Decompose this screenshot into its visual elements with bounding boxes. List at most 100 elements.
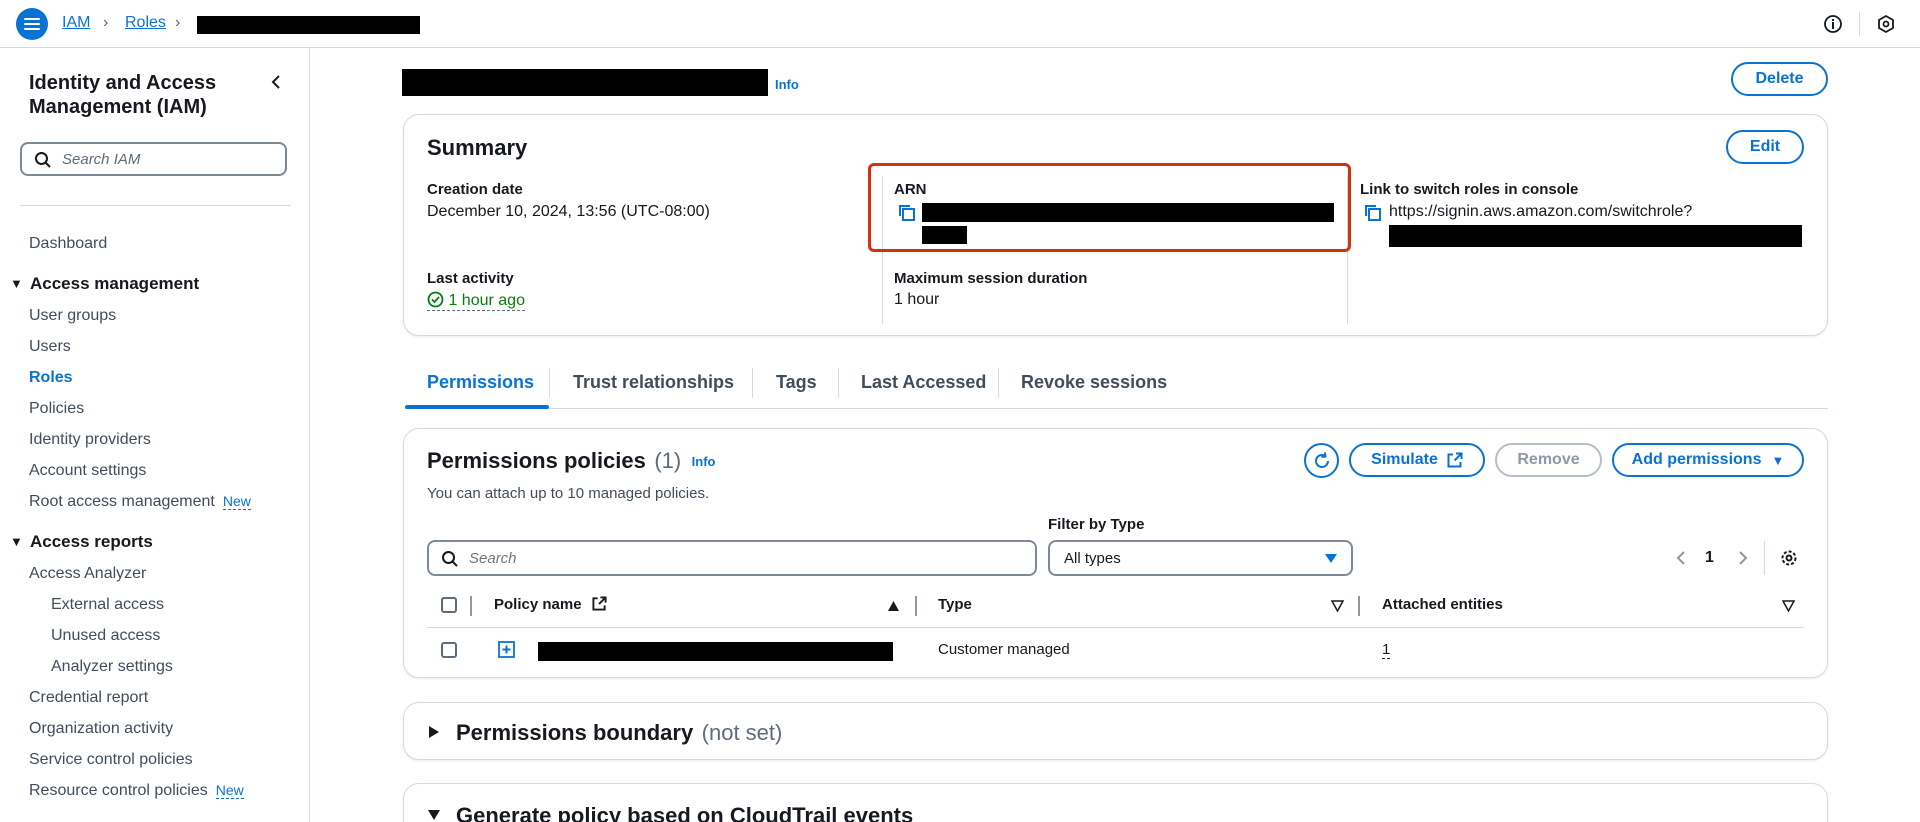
policy-type-value: Customer managed [938,641,1070,658]
sidebar-item-analyzer-settings[interactable]: Analyzer settings [51,658,173,676]
caret-down-icon[interactable] [427,809,441,821]
switch-roles-link-redacted [1389,225,1802,247]
permissions-policies-title: Permissions policies [427,448,646,473]
sidebar-item-unused-access[interactable]: Unused access [51,627,160,645]
sidebar-item-access-analyzer[interactable]: Access Analyzer [29,565,146,583]
summary-title: Summary [427,135,528,160]
sidebar-item-account-settings[interactable]: Account settings [29,462,146,480]
caret-down-icon [1325,554,1337,563]
policy-name-redacted[interactable] [538,642,893,661]
breadcrumb-iam[interactable]: IAM [62,14,90,32]
external-link-icon [592,596,607,611]
permissions-policies-header: Permissions policies (1) Info [427,448,716,474]
info-circle-icon[interactable] [1822,13,1844,35]
policy-search[interactable] [427,540,1037,576]
search-icon [35,152,51,168]
sidebar-item-user-groups[interactable]: User groups [29,307,116,325]
sidebar-section-access-reports[interactable]: ▼ Access reports [10,532,153,552]
sidebar-item-service-control-policies[interactable]: Service control policies [29,751,193,769]
sidebar-item-organization-activity[interactable]: Organization activity [29,720,173,738]
attached-entities-count[interactable]: 1 [1382,641,1391,659]
policy-search-input[interactable] [469,548,1019,568]
search-icon [442,551,458,567]
role-name-title-redacted [402,69,768,96]
sidebar-item-external-access[interactable]: External access [51,596,164,614]
permissions-boundary-status: (not set) [701,720,783,745]
sidebar-search-input[interactable] [62,149,272,169]
tab-revoke-sessions[interactable]: Revoke sessions [1021,372,1167,393]
switch-roles-link-label: Link to switch roles in console [1360,181,1579,198]
sort-icon[interactable] [1782,600,1795,612]
breadcrumb-roles[interactable]: Roles [125,14,166,32]
expand-plus-icon[interactable] [498,641,515,658]
caret-right-icon[interactable] [428,725,440,739]
last-activity-text: 1 hour ago [448,292,525,309]
row-checkbox[interactable] [441,642,457,658]
tab-last-accessed[interactable]: Last Accessed [861,372,986,393]
current-page-number[interactable]: 1 [1705,549,1714,567]
permissions-boundary-title: Permissions boundary [456,720,694,745]
permissions-boundary-header[interactable]: Permissions boundary (not set) [456,720,782,746]
top-navigation-bar: IAM › Roles › [0,0,1920,48]
generate-policy-title[interactable]: Generate policy based on CloudTrail even… [456,803,913,822]
pagination-divider [1764,541,1765,575]
select-all-checkbox[interactable] [441,597,457,613]
column-header-type[interactable]: Type [938,596,972,613]
tab-divider [752,368,753,398]
column-label: Policy name [494,596,582,613]
topbar-divider [1859,12,1860,36]
column-header-policy-name[interactable]: Policy name [494,596,607,613]
creation-date-label: Creation date [427,181,523,198]
sidebar-item-identity-providers[interactable]: Identity providers [29,431,151,449]
chevron-right-icon: › [175,14,181,31]
caret-down-icon: ▼ [10,276,23,291]
filter-type-value: All types [1064,550,1121,567]
sidebar-item-dashboard[interactable]: Dashboard [29,235,107,253]
edit-button[interactable]: Edit [1726,130,1804,164]
filter-type-select[interactable]: All types [1048,540,1353,576]
check-circle-icon [427,291,444,308]
chevron-right-icon[interactable] [1735,548,1751,568]
sidebar-item-credential-report[interactable]: Credential report [29,689,148,707]
page-info-link[interactable]: Info [775,77,799,92]
sidebar-item-policies[interactable]: Policies [29,400,84,418]
switch-roles-link-value[interactable]: https://signin.aws.amazon.com/switchrole… [1389,203,1692,221]
settings-hexagon-icon[interactable] [1875,13,1897,35]
remove-button[interactable]: Remove [1495,443,1602,477]
column-divider [915,596,917,616]
arn-value-redacted [922,203,1334,222]
delete-button[interactable]: Delete [1731,62,1828,96]
sidebar-search[interactable] [20,142,287,176]
max-session-label: Maximum session duration [894,270,1088,287]
sidebar-item-resource-control-policies[interactable]: Resource control policies New [29,782,244,800]
sort-icon[interactable] [1331,600,1344,612]
chevron-left-icon[interactable] [1673,548,1689,568]
last-activity-value[interactable]: 1 hour ago [427,291,525,311]
sidebar-section-access-management[interactable]: ▼ Access management [10,274,199,294]
add-permissions-button[interactable]: Add permissions ▼ [1612,443,1804,477]
refresh-button[interactable] [1304,443,1339,478]
sidebar-item-roles[interactable]: Roles [29,369,73,387]
column-divider [1358,596,1360,616]
permissions-info-link[interactable]: Info [692,454,716,469]
arn-label: ARN [894,181,927,198]
simulate-button[interactable]: Simulate [1349,443,1485,477]
tab-divider [549,368,550,398]
sort-ascending-icon[interactable] [887,600,900,612]
filter-by-type-label: Filter by Type [1048,516,1145,533]
menu-hamburger-button[interactable] [16,8,48,40]
tab-trust-relationships[interactable]: Trust relationships [573,372,734,393]
gear-icon[interactable] [1778,547,1800,569]
tab-divider [838,368,839,398]
permissions-policies-count: (1) [654,448,682,473]
copy-icon[interactable] [1363,203,1383,223]
chevron-left-icon[interactable] [266,72,286,92]
sidebar-item-root-access-management[interactable]: Root access management New [29,493,251,511]
tab-permissions[interactable]: Permissions [427,372,534,393]
external-link-icon [1447,452,1463,468]
tab-tags[interactable]: Tags [776,372,817,393]
copy-icon[interactable] [897,203,917,223]
sidebar-item-users[interactable]: Users [29,338,71,356]
column-header-attached-entities[interactable]: Attached entities [1382,596,1503,613]
hamburger-icon [24,18,40,30]
